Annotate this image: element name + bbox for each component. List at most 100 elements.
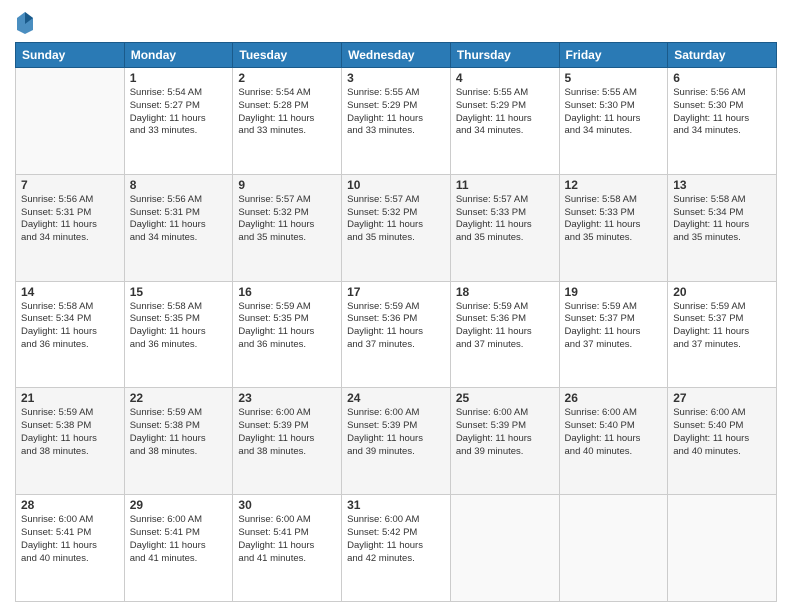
day-info: Sunrise: 6:00 AMSunset: 5:39 PMDaylight:…: [238, 407, 336, 458]
day-info: Sunrise: 5:59 AMSunset: 5:36 PMDaylight:…: [456, 301, 554, 352]
page: SundayMondayTuesdayWednesdayThursdayFrid…: [0, 0, 792, 612]
day-number: 18: [456, 285, 554, 299]
day-number: 15: [130, 285, 228, 299]
calendar-cell: [668, 495, 777, 602]
day-number: 27: [673, 391, 771, 405]
day-info: Sunrise: 6:00 AMSunset: 5:40 PMDaylight:…: [673, 407, 771, 458]
day-number: 9: [238, 178, 336, 192]
logo: [15, 10, 39, 34]
calendar-cell: 20 Sunrise: 5:59 AMSunset: 5:37 PMDayligh…: [668, 281, 777, 388]
calendar-cell: 30 Sunrise: 6:00 AMSunset: 5:41 PMDayligh…: [233, 495, 342, 602]
week-row-2: 7 Sunrise: 5:56 AMSunset: 5:31 PMDaylight…: [16, 174, 777, 281]
day-info: Sunrise: 5:56 AMSunset: 5:30 PMDaylight:…: [673, 87, 771, 138]
day-info: Sunrise: 5:57 AMSunset: 5:33 PMDaylight:…: [456, 194, 554, 245]
day-info: Sunrise: 5:55 AMSunset: 5:29 PMDaylight:…: [456, 87, 554, 138]
day-info: Sunrise: 6:00 AMSunset: 5:41 PMDaylight:…: [130, 514, 228, 565]
header-row: SundayMondayTuesdayWednesdayThursdayFrid…: [16, 43, 777, 68]
calendar-cell: 14 Sunrise: 5:58 AMSunset: 5:34 PMDayligh…: [16, 281, 125, 388]
day-number: 19: [565, 285, 663, 299]
day-info: Sunrise: 5:59 AMSunset: 5:37 PMDaylight:…: [673, 301, 771, 352]
day-info: Sunrise: 5:56 AMSunset: 5:31 PMDaylight:…: [130, 194, 228, 245]
calendar-cell: 26Sunrise: 6:00 AMSunset: 5:40 PMDayligh…: [559, 388, 668, 495]
calendar-cell: 8 Sunrise: 5:56 AMSunset: 5:31 PMDaylight…: [124, 174, 233, 281]
col-header-monday: Monday: [124, 43, 233, 68]
week-row-1: 1 Sunrise: 5:54 AMSunset: 5:27 PMDaylight…: [16, 68, 777, 175]
calendar-cell: 12 Sunrise: 5:58 AMSunset: 5:33 PMDayligh…: [559, 174, 668, 281]
day-number: 30: [238, 498, 336, 512]
day-number: 14: [21, 285, 119, 299]
day-number: 31: [347, 498, 445, 512]
col-header-saturday: Saturday: [668, 43, 777, 68]
col-header-tuesday: Tuesday: [233, 43, 342, 68]
day-number: 29: [130, 498, 228, 512]
calendar-cell: 31 Sunrise: 6:00 AMSunset: 5:42 PMDayligh…: [342, 495, 451, 602]
day-info: Sunrise: 5:58 AMSunset: 5:35 PMDaylight:…: [130, 301, 228, 352]
calendar-cell: 22 Sunrise: 5:59 AMSunset: 5:38 PMDayligh…: [124, 388, 233, 495]
day-number: 5: [565, 71, 663, 85]
calendar-cell: 7 Sunrise: 5:56 AMSunset: 5:31 PMDaylight…: [16, 174, 125, 281]
day-number: 8: [130, 178, 228, 192]
calendar-cell: 3Sunrise: 5:55 AMSunset: 5:29 PMDaylight…: [342, 68, 451, 175]
day-info: Sunrise: 5:54 AMSunset: 5:28 PMDaylight:…: [238, 87, 336, 138]
calendar-cell: 4 Sunrise: 5:55 AMSunset: 5:29 PMDaylight…: [450, 68, 559, 175]
day-number: 24: [347, 391, 445, 405]
col-header-sunday: Sunday: [16, 43, 125, 68]
calendar-cell: 5Sunrise: 5:55 AMSunset: 5:30 PMDaylight…: [559, 68, 668, 175]
day-number: 1: [130, 71, 228, 85]
calendar-cell: 28 Sunrise: 6:00 AMSunset: 5:41 PMDayligh…: [16, 495, 125, 602]
calendar-cell: [16, 68, 125, 175]
calendar-cell: 13Sunrise: 5:58 AMSunset: 5:34 PMDayligh…: [668, 174, 777, 281]
day-number: 3: [347, 71, 445, 85]
calendar-cell: 21 Sunrise: 5:59 AMSunset: 5:38 PMDayligh…: [16, 388, 125, 495]
calendar-cell: 9Sunrise: 5:57 AMSunset: 5:32 PMDaylight…: [233, 174, 342, 281]
day-number: 11: [456, 178, 554, 192]
day-info: Sunrise: 5:58 AMSunset: 5:33 PMDaylight:…: [565, 194, 663, 245]
logo-icon: [15, 10, 35, 34]
calendar-cell: 17 Sunrise: 5:59 AMSunset: 5:36 PMDayligh…: [342, 281, 451, 388]
day-info: Sunrise: 5:58 AMSunset: 5:34 PMDaylight:…: [673, 194, 771, 245]
calendar-cell: 27 Sunrise: 6:00 AMSunset: 5:40 PMDayligh…: [668, 388, 777, 495]
day-info: Sunrise: 5:56 AMSunset: 5:31 PMDaylight:…: [21, 194, 119, 245]
week-row-5: 28 Sunrise: 6:00 AMSunset: 5:41 PMDayligh…: [16, 495, 777, 602]
calendar-cell: 25Sunrise: 6:00 AMSunset: 5:39 PMDayligh…: [450, 388, 559, 495]
calendar-cell: 15 Sunrise: 5:58 AMSunset: 5:35 PMDayligh…: [124, 281, 233, 388]
day-info: Sunrise: 5:58 AMSunset: 5:34 PMDaylight:…: [21, 301, 119, 352]
day-number: 21: [21, 391, 119, 405]
calendar-cell: 24 Sunrise: 6:00 AMSunset: 5:39 PMDayligh…: [342, 388, 451, 495]
day-number: 28: [21, 498, 119, 512]
col-header-wednesday: Wednesday: [342, 43, 451, 68]
week-row-3: 14 Sunrise: 5:58 AMSunset: 5:34 PMDayligh…: [16, 281, 777, 388]
calendar-cell: 19 Sunrise: 5:59 AMSunset: 5:37 PMDayligh…: [559, 281, 668, 388]
day-info: Sunrise: 5:59 AMSunset: 5:37 PMDaylight:…: [565, 301, 663, 352]
day-number: 16: [238, 285, 336, 299]
calendar-cell: 6 Sunrise: 5:56 AMSunset: 5:30 PMDaylight…: [668, 68, 777, 175]
day-info: Sunrise: 5:54 AMSunset: 5:27 PMDaylight:…: [130, 87, 228, 138]
day-number: 26: [565, 391, 663, 405]
calendar-cell: 23 Sunrise: 6:00 AMSunset: 5:39 PMDayligh…: [233, 388, 342, 495]
calendar-cell: 11 Sunrise: 5:57 AMSunset: 5:33 PMDayligh…: [450, 174, 559, 281]
day-number: 17: [347, 285, 445, 299]
week-row-4: 21 Sunrise: 5:59 AMSunset: 5:38 PMDayligh…: [16, 388, 777, 495]
day-number: 10: [347, 178, 445, 192]
day-number: 22: [130, 391, 228, 405]
day-number: 23: [238, 391, 336, 405]
day-info: Sunrise: 5:59 AMSunset: 5:38 PMDaylight:…: [130, 407, 228, 458]
day-number: 7: [21, 178, 119, 192]
day-info: Sunrise: 6:00 AMSunset: 5:39 PMDaylight:…: [347, 407, 445, 458]
day-info: Sunrise: 6:00 AMSunset: 5:41 PMDaylight:…: [238, 514, 336, 565]
day-info: Sunrise: 5:59 AMSunset: 5:36 PMDaylight:…: [347, 301, 445, 352]
day-number: 4: [456, 71, 554, 85]
day-info: Sunrise: 5:57 AMSunset: 5:32 PMDaylight:…: [347, 194, 445, 245]
day-number: 20: [673, 285, 771, 299]
day-info: Sunrise: 6:00 AMSunset: 5:41 PMDaylight:…: [21, 514, 119, 565]
calendar-table: SundayMondayTuesdayWednesdayThursdayFrid…: [15, 42, 777, 602]
day-info: Sunrise: 6:00 AMSunset: 5:42 PMDaylight:…: [347, 514, 445, 565]
calendar-cell: 1 Sunrise: 5:54 AMSunset: 5:27 PMDaylight…: [124, 68, 233, 175]
day-info: Sunrise: 5:59 AMSunset: 5:35 PMDaylight:…: [238, 301, 336, 352]
day-number: 6: [673, 71, 771, 85]
day-info: Sunrise: 5:59 AMSunset: 5:38 PMDaylight:…: [21, 407, 119, 458]
calendar-cell: [559, 495, 668, 602]
day-number: 12: [565, 178, 663, 192]
col-header-thursday: Thursday: [450, 43, 559, 68]
calendar-cell: 10 Sunrise: 5:57 AMSunset: 5:32 PMDayligh…: [342, 174, 451, 281]
